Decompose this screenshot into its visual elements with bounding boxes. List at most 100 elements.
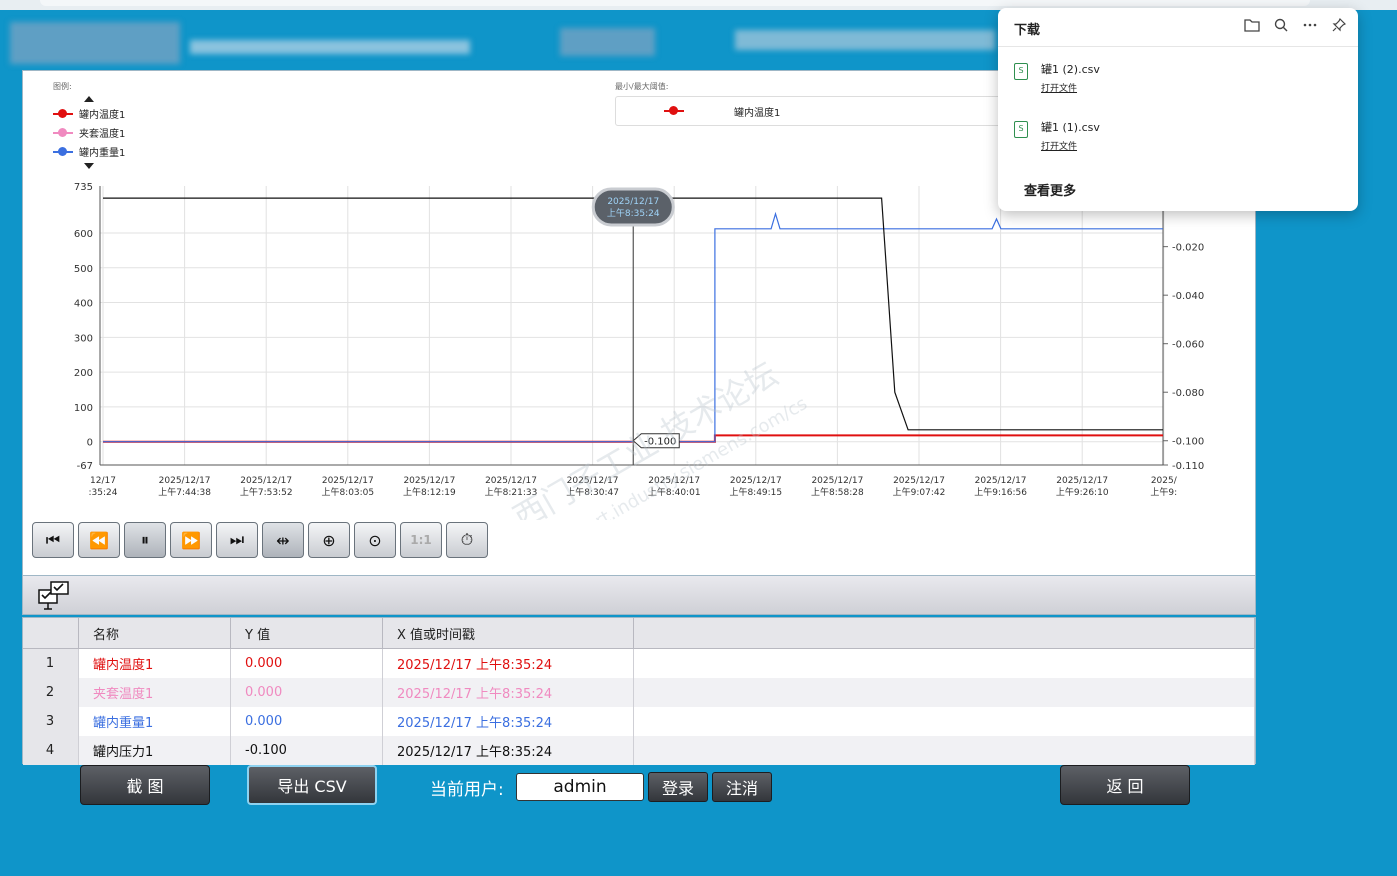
y-left-tick-label: 735 <box>74 182 93 193</box>
value-table: 名称 Y 值 X 值或时间戳 1 罐内温度1 0.000 2025/12/17 上午8… <box>22 617 1256 765</box>
logout-button[interactable]: 注消 <box>712 772 772 802</box>
folder-icon[interactable] <box>1244 18 1260 36</box>
x-tick-label: 上午7:53:52 <box>240 486 293 498</box>
blurred-right-text <box>735 30 995 50</box>
see-more-link[interactable]: 查看更多 <box>1024 180 1076 199</box>
login-button[interactable]: 登录 <box>648 772 708 802</box>
y-left-tick-label: 400 <box>74 299 93 310</box>
first-page-icon: ⏮ <box>45 530 61 549</box>
cell-x-value: 2025/12/17 上午8:35:24 <box>382 736 634 765</box>
csv-file-icon: S <box>1014 63 1028 80</box>
x-tick-label: 2025/12/17 <box>1056 476 1108 486</box>
y-left-tick-label: 0 <box>87 438 93 449</box>
header-y[interactable]: Y 值 <box>230 618 383 649</box>
header-name[interactable]: 名称 <box>78 618 231 649</box>
open-file-link[interactable]: 打开文件 <box>1041 81 1100 94</box>
time-base-icon: ⏱ <box>460 530 474 549</box>
row-index: 4 <box>23 736 79 765</box>
downloads-actions <box>1244 17 1347 36</box>
zoom-area-button[interactable]: ⊕ <box>308 522 350 558</box>
cell-y-value: 0.000 <box>230 648 383 678</box>
y-right-tick-label: -0.040 <box>1172 291 1204 302</box>
row-index: 1 <box>23 648 79 678</box>
grid <box>100 186 1165 465</box>
x-tick-label: 2025/12/17 <box>403 476 455 486</box>
trend-toolbar: ⏮ ⏪ ⏸ ⏩ ⏭ ⇹ ⊕ ⊙ 1:1 ⏱ <box>32 522 488 558</box>
original-size-button[interactable]: 1:1 <box>400 522 442 558</box>
table-row[interactable]: 4 罐内压力1 -0.100 2025/12/17 上午8:35:24 <box>23 736 1255 765</box>
header-x[interactable]: X 值或时间戳 <box>382 618 634 649</box>
previous-button[interactable]: ⏪ <box>78 522 120 558</box>
export-csv-button[interactable]: 导出 CSV <box>247 765 377 805</box>
blurred-center-text <box>560 28 655 56</box>
cell-y-value: -0.100 <box>230 736 383 765</box>
y-right-tick-label: -0.020 <box>1172 243 1204 254</box>
downloads-panel: 下载 S 罐1 (2).csv 打开文件 S 罐1 (1).csv 打开文件 查… <box>998 8 1358 211</box>
cell-x-value: 2025/12/17 上午8:35:24 <box>382 707 634 736</box>
table-row[interactable]: 2 夹套温度1 0.000 2025/12/17 上午8:35:24 <box>23 678 1255 707</box>
cell-y-value: 0.000 <box>230 678 383 707</box>
cell-name: 罐内压力1 <box>78 736 231 765</box>
x-tick-label: 2025/12/17 <box>975 476 1027 486</box>
downloads-title: 下载 <box>1014 23 1041 38</box>
download-item[interactable]: S 罐1 (2).csv 打开文件 <box>1014 61 1100 94</box>
table-header-row: 名称 Y 值 X 值或时间戳 <box>23 618 1255 649</box>
first-page-button[interactable]: ⏮ <box>32 522 74 558</box>
x-tick-label: 2025/12/17 <box>811 476 863 486</box>
table-row[interactable]: 3 罐内重量1 0.000 2025/12/17 上午8:35:24 <box>23 707 1255 736</box>
blurred-title <box>10 22 180 64</box>
x-tick-label: 2025/12/17 <box>322 476 374 486</box>
cursor-date: 2025/12/17 <box>607 197 659 207</box>
row-index: 2 <box>23 678 79 707</box>
cell-empty <box>633 678 1255 707</box>
time-base-button[interactable]: ⏱ <box>446 522 488 558</box>
y-left-tick-label: -67 <box>77 461 93 472</box>
pause-icon: ⏸ <box>140 530 149 549</box>
x-tick-label: 12/17 <box>90 476 116 486</box>
x-tick-label: 2025/12/17 <box>240 476 292 486</box>
x-tick-label: 2025/12/17 <box>159 476 211 486</box>
pin-icon[interactable] <box>1332 17 1347 36</box>
search-icon[interactable] <box>1274 18 1288 36</box>
x-tick-label: 上午9:16:56 <box>974 486 1027 498</box>
address-bar[interactable] <box>40 0 1310 6</box>
download-item[interactable]: S 罐1 (1).csv 打开文件 <box>1014 119 1100 152</box>
download-file-name: 罐1 (2).csv <box>1041 63 1100 76</box>
last-page-icon: ⏭ <box>229 530 245 549</box>
table-row[interactable]: 1 罐内温度1 0.000 2025/12/17 上午8:35:24 <box>23 648 1255 678</box>
csv-file-icon: S <box>1014 121 1028 138</box>
x-tick-label: 上午9:26:10 <box>1056 486 1109 498</box>
pause-button[interactable]: ⏸ <box>124 522 166 558</box>
cell-empty <box>633 648 1255 678</box>
header-index <box>23 618 79 649</box>
ruler-button[interactable]: ⇹ <box>262 522 304 558</box>
ruler-icon: ⇹ <box>276 530 290 550</box>
x-tick-label: 上午8:03:05 <box>321 486 374 498</box>
x-tick-label: 2025/12/17 <box>485 476 537 486</box>
x-tick-label: 上午8:58:28 <box>811 486 864 498</box>
last-page-button[interactable]: ⏭ <box>216 522 258 558</box>
next-button[interactable]: ⏩ <box>170 522 212 558</box>
current-user-label: 当前用户: <box>430 780 504 800</box>
back-button[interactable]: 返 回 <box>1060 765 1190 805</box>
previous-icon: ⏪ <box>89 530 109 550</box>
open-file-link[interactable]: 打开文件 <box>1041 139 1100 152</box>
cursor-time: 上午8:35:24 <box>607 207 660 219</box>
zoom-in-out-button[interactable]: ⊙ <box>354 522 396 558</box>
cell-empty <box>633 707 1255 736</box>
cell-y-value: 0.000 <box>230 707 383 736</box>
screenshot-button[interactable]: 截 图 <box>80 765 210 805</box>
cell-name: 罐内温度1 <box>78 648 231 678</box>
cell-name: 罐内重量1 <box>78 707 231 736</box>
more-options-icon[interactable] <box>1302 18 1318 36</box>
x-tick-label: 上午9: <box>1150 486 1177 498</box>
y-left-tick-label: 600 <box>74 229 93 240</box>
x-tick-label: :35:24 <box>89 488 118 498</box>
cell-x-value: 2025/12/17 上午8:35:24 <box>382 648 634 678</box>
y-right-tick-label: -0.080 <box>1172 388 1204 399</box>
table-config-icon[interactable] <box>37 580 71 616</box>
header-empty <box>633 618 1255 649</box>
user-field[interactable]: admin <box>516 773 644 801</box>
zoom-in-out-icon: ⊙ <box>368 530 382 550</box>
next-icon: ⏩ <box>181 530 201 550</box>
